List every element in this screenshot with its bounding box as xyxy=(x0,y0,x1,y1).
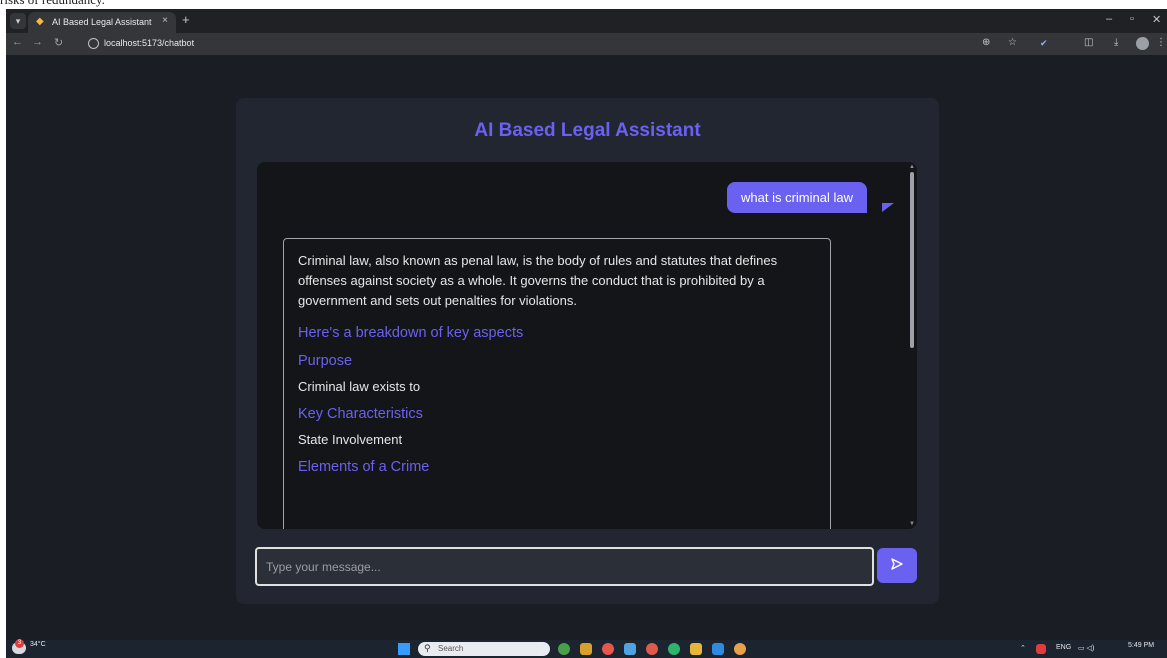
page-title: AI Based Legal Assistant xyxy=(474,120,701,141)
screen: ▾ ◆ AI Based Legal Assistant × + – ▫ ✕ ←… xyxy=(6,9,1167,658)
address-url[interactable]: localhost:5173/chatbot xyxy=(104,38,194,48)
overlay-text-fragment: risks of redundancy. xyxy=(0,0,1167,9)
download-icon[interactable]: ⤓ xyxy=(1114,37,1118,48)
whatsapp-icon[interactable] xyxy=(668,643,680,655)
extensions-icon[interactable]: ◫ xyxy=(1084,37,1093,48)
app-icon-1[interactable] xyxy=(558,643,570,655)
new-tab-button[interactable]: + xyxy=(182,13,190,27)
tray-language[interactable]: ENG xyxy=(1056,644,1071,651)
browser-tab-strip: ▾ ◆ AI Based Legal Assistant × + – ▫ ✕ xyxy=(6,9,1167,33)
scroll-up-icon[interactable]: ▲ xyxy=(909,164,915,170)
message-input[interactable] xyxy=(255,547,874,586)
tray-app-icon[interactable] xyxy=(1036,644,1046,654)
reload-icon[interactable]: ↻ xyxy=(54,36,63,49)
weather-icon[interactable]: 3 xyxy=(12,639,26,654)
bot-purpose-text: Criminal law exists to xyxy=(298,379,421,394)
browser-tab[interactable]: ◆ AI Based Legal Assistant × xyxy=(28,12,176,33)
taskbar-search-label: Search xyxy=(438,644,464,653)
favicon-icon: ◆ xyxy=(36,16,44,27)
vscode-icon[interactable] xyxy=(712,643,724,655)
bot-heading-breakdown: Here's a breakdown of key aspects xyxy=(298,325,524,341)
bot-heading-purpose: Purpose xyxy=(298,353,353,369)
chat-scrollbar[interactable]: ▲ ▼ xyxy=(907,164,917,527)
menu-kebab-icon[interactable]: ⋮ xyxy=(1156,37,1166,48)
browser-app-icon[interactable] xyxy=(734,643,746,655)
close-window-icon[interactable]: ✕ xyxy=(1152,13,1161,26)
maximize-icon[interactable]: ▫ xyxy=(1130,13,1134,25)
app-icon-4[interactable] xyxy=(624,643,636,655)
tab-search-icon[interactable]: ▾ xyxy=(10,13,26,29)
browser-toolbar: ← → ↻ localhost:5173/chatbot ⊕ ☆ ✔ ◫ ⤓ ⋮ xyxy=(6,33,1167,55)
extension-check-icon[interactable]: ✔ xyxy=(1040,38,1050,48)
tab-close-icon[interactable]: × xyxy=(162,15,168,26)
address-bar[interactable]: localhost:5173/chatbot xyxy=(82,35,1002,53)
bot-characteristics-text: State Involvement xyxy=(298,432,403,447)
zoom-icon[interactable]: ⊕ xyxy=(982,37,990,48)
send-button[interactable] xyxy=(877,548,917,583)
chat-window[interactable]: what is criminal law Criminal law, also … xyxy=(257,162,917,529)
scrollbar-thumb[interactable] xyxy=(910,172,914,348)
site-info-icon[interactable] xyxy=(88,38,99,49)
bot-heading-characteristics: Key Characteristics xyxy=(298,406,423,422)
bot-intro-text: Criminal law, also known as penal law, i… xyxy=(298,253,778,308)
search-icon: ⚲ xyxy=(424,643,431,653)
scroll-down-icon[interactable]: ▼ xyxy=(909,521,915,527)
chrome-app-icon[interactable] xyxy=(602,643,614,655)
back-icon[interactable]: ← xyxy=(12,36,23,48)
app-icon-5[interactable] xyxy=(646,643,658,655)
user-message-tail xyxy=(882,203,894,212)
profile-avatar[interactable] xyxy=(1136,37,1149,50)
taskbar-search[interactable]: ⚲ Search xyxy=(418,642,550,656)
weather-temp[interactable]: 34°C xyxy=(30,641,46,648)
user-message: what is criminal law xyxy=(727,182,867,213)
minimize-icon[interactable]: – xyxy=(1106,13,1112,25)
tray-clock[interactable]: 5:49 PM xyxy=(1128,642,1154,649)
page: AI Based Legal Assistant what is crimina… xyxy=(6,55,1167,640)
weather-badge: 3 xyxy=(15,639,24,648)
app-icon-2[interactable] xyxy=(580,643,592,655)
forward-icon[interactable]: → xyxy=(32,36,43,48)
file-explorer-icon[interactable] xyxy=(690,643,702,655)
bot-message: Criminal law, also known as penal law, i… xyxy=(283,238,831,529)
send-icon xyxy=(891,558,903,570)
chat-card: AI Based Legal Assistant what is crimina… xyxy=(236,98,939,604)
overlay-text: risks of redundancy. xyxy=(0,0,105,8)
bot-heading-elements: Elements of a Crime xyxy=(298,459,430,475)
windows-start-icon[interactable] xyxy=(398,643,410,655)
tray-network-sound-icon[interactable]: ▭ ◁) xyxy=(1078,644,1094,652)
bookmark-star-icon[interactable]: ☆ xyxy=(1008,37,1017,48)
tray-chevron-icon[interactable]: ⌃ xyxy=(1020,644,1026,652)
tab-title: AI Based Legal Assistant xyxy=(52,17,152,27)
taskbar: 3 34°C ⚲ Search ⌃ ENG ▭ ◁) 5:49 PM xyxy=(6,639,1167,658)
